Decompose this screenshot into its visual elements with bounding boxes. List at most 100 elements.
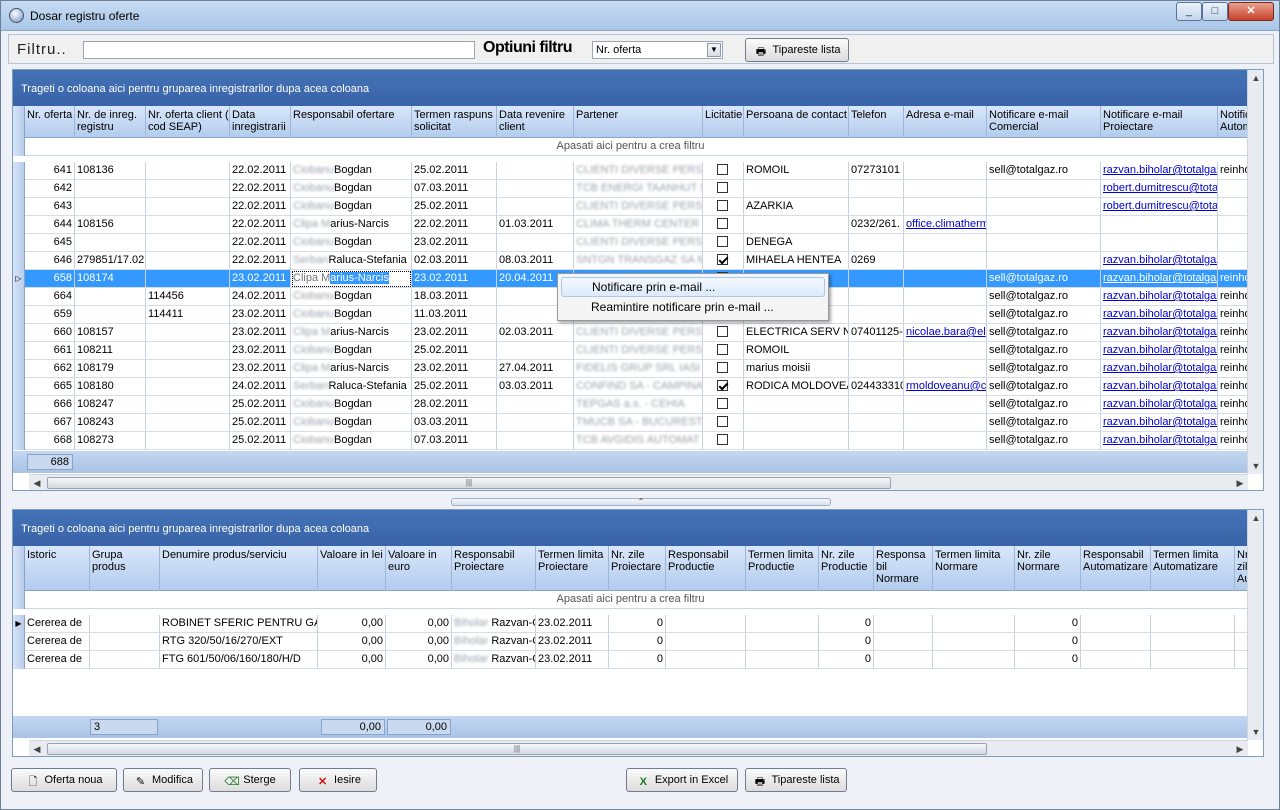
licitatie-checkbox[interactable] <box>717 398 728 409</box>
scroll-right-icon[interactable]: ▶ <box>1232 741 1248 756</box>
cell-text[interactable]: razvan.biholar@totalgaz <box>1103 380 1217 392</box>
column-header[interactable]: Responsabil ofertare <box>291 106 412 138</box>
column-header[interactable]: Istoric <box>25 546 90 591</box>
column-header[interactable]: Licitatie <box>703 106 744 138</box>
scroll-down-icon[interactable]: ▼ <box>1248 724 1263 740</box>
column-header[interactable]: Termen limita Normare <box>933 546 1015 591</box>
group-by-panel-products[interactable]: Trageti o coloana aici pentru gruparea i… <box>13 510 1263 546</box>
column-header[interactable]: Termen limita Proiectare <box>536 546 609 591</box>
table-row[interactable]: 644 108156 22.02.2011 Clipa Marius-Narcis 22… <box>13 216 1248 234</box>
table-row[interactable]: ▶ Cererea de ROBINET SFERIC PENTRU GA 0,00 0… <box>13 615 1248 633</box>
cell-text[interactable]: razvan.biholar@totalgaz <box>1103 290 1217 302</box>
scroll-right-icon[interactable]: ▶ <box>1232 475 1248 490</box>
filter-row-products[interactable]: Apasati aici pentru a crea filtru <box>13 591 1248 609</box>
cell-text[interactable]: rmoldoveanu@c <box>906 380 986 392</box>
column-header[interactable]: Termen limita Productie <box>746 546 819 591</box>
export-excel-button[interactable]: X Export in Excel <box>626 768 738 792</box>
licitatie-checkbox[interactable] <box>717 164 728 175</box>
cell-text[interactable]: razvan.biholar@totalgaz <box>1103 326 1217 338</box>
licitatie-checkbox[interactable] <box>717 416 728 427</box>
cell-text[interactable]: razvan.biholar@totalgaz <box>1103 434 1217 446</box>
scroll-left-icon[interactable]: ◀ <box>29 475 45 490</box>
column-header[interactable]: Valoare in euro <box>386 546 452 591</box>
licitatie-checkbox[interactable] <box>717 380 728 391</box>
table-row[interactable]: 662 108179 23.02.2011 Clipa Marius-Narcis 23… <box>13 360 1248 378</box>
cell-text[interactable]: razvan.biholar@totalgaz <box>1103 416 1217 428</box>
table-row[interactable]: Cererea de FTG 601/50/06/160/180/H/D 0,00 0… <box>13 651 1248 669</box>
column-header[interactable]: Responsabil Automatizare <box>1081 546 1151 591</box>
cell-text[interactable]: razvan.biholar@totalgaz <box>1103 362 1217 374</box>
table-row[interactable]: 667 108243 25.02.2011 CiobanuBogdan 03.03.20… <box>13 414 1248 432</box>
print-list-button[interactable]: 🖶 Tipareste lista <box>745 768 847 792</box>
splitter-handle[interactable]: ⌃ <box>451 498 831 506</box>
table-row[interactable]: 666 108247 25.02.2011 CiobanuBogdan 28.02.20… <box>13 396 1248 414</box>
edit-button[interactable]: ✎ Modifica <box>123 768 203 792</box>
licitatie-checkbox[interactable] <box>717 434 728 445</box>
licitatie-checkbox[interactable] <box>717 254 728 265</box>
cell-text[interactable]: razvan.biholar@totalgaz <box>1103 344 1217 356</box>
scroll-left-icon[interactable]: ◀ <box>29 741 45 756</box>
menu-item-remind-email[interactable]: Reamintire notificare prin e-mail ... <box>561 298 825 318</box>
exit-button[interactable]: ✕ Iesire <box>299 768 377 792</box>
group-by-panel[interactable]: Trageti o coloana aici pentru gruparea i… <box>13 70 1263 106</box>
cell-text[interactable]: robert.dumitrescu@total <box>1103 182 1217 194</box>
licitatie-checkbox[interactable] <box>717 200 728 211</box>
scroll-up-icon[interactable]: ▲ <box>1248 510 1263 526</box>
column-header[interactable]: Responsabil Proiectare <box>452 546 536 591</box>
column-header[interactable]: Responsa bil Normare <box>874 546 933 591</box>
minimize-button[interactable]: _ <box>1176 2 1202 21</box>
cell-text[interactable]: office.climatherm <box>906 218 986 230</box>
table-row[interactable]: 660 108157 23.02.2011 Clipa Marius-Narcis 23… <box>13 324 1248 342</box>
table-row[interactable]: 643 22.02.2011 CiobanuBogdan 25.02.2011 CLIE… <box>13 198 1248 216</box>
column-header[interactable]: Data revenire client <box>497 106 574 138</box>
cell-text[interactable]: nicolae.bara@el <box>906 326 986 338</box>
table-row[interactable]: 668 108273 25.02.2011 CiobanuBogdan 07.03.20… <box>13 432 1248 450</box>
horizontal-scrollbar[interactable]: ◀ ||| ▶ <box>29 474 1248 490</box>
column-header[interactable]: Partener <box>574 106 703 138</box>
scroll-thumb[interactable]: ||| <box>47 743 987 755</box>
column-header[interactable]: Nr. zile Productie <box>819 546 874 591</box>
filter-row[interactable]: Apasati aici pentru a crea filtru <box>13 138 1248 156</box>
scroll-down-icon[interactable]: ▼ <box>1248 458 1263 474</box>
table-row[interactable]: Cererea de RTG 320/50/16/270/EXT 0,00 0,00 B… <box>13 633 1248 651</box>
column-header[interactable]: Notificare e-mail Proiectare <box>1101 106 1218 138</box>
column-header[interactable]: Grupa produs <box>90 546 160 591</box>
table-row[interactable]: 645 22.02.2011 CiobanuBogdan 23.02.2011 CLIE… <box>13 234 1248 252</box>
cell-text[interactable]: razvan.biholar@totalgaz <box>1103 308 1217 320</box>
filter-option-select[interactable]: Nr. oferta ▼ <box>592 41 723 59</box>
cell-text[interactable]: razvan.biholar@totalgaz <box>1103 164 1217 176</box>
maximize-button[interactable]: □ <box>1202 2 1228 21</box>
column-header[interactable]: Nr. de inreg. registru <box>75 106 146 138</box>
column-header[interactable]: Nr. oferta <box>25 106 75 138</box>
column-header[interactable]: Responsabil Productie <box>666 546 746 591</box>
chevron-down-icon[interactable]: ▼ <box>707 43 721 57</box>
close-button[interactable]: ✕ <box>1228 2 1274 21</box>
column-header[interactable]: Termen raspuns solicitat <box>412 106 497 138</box>
scroll-up-icon[interactable]: ▲ <box>1248 70 1263 86</box>
menu-item-notify-email[interactable]: Notificare prin e-mail ... <box>561 277 825 297</box>
column-header[interactable]: Persoana de contact <box>744 106 849 138</box>
licitatie-checkbox[interactable] <box>717 236 728 247</box>
delete-button[interactable]: ⌫ Sterge <box>209 768 291 792</box>
column-header[interactable]: Notificare e-mail Comercial <box>987 106 1101 138</box>
new-offer-button[interactable]: 🗋 Oferta noua <box>11 768 117 792</box>
table-row[interactable]: 661 108211 23.02.2011 CiobanuBogdan 25.02.20… <box>13 342 1248 360</box>
column-header[interactable]: Denumire produs/serviciu <box>160 546 318 591</box>
licitatie-checkbox[interactable] <box>717 182 728 193</box>
licitatie-checkbox[interactable] <box>717 344 728 355</box>
column-header[interactable]: Nr. zile Normare <box>1015 546 1081 591</box>
column-header[interactable]: Nr. oferta client ( cod SEAP) <box>146 106 230 138</box>
horizontal-scrollbar-products[interactable]: ◀ ||| ▶ <box>29 740 1248 756</box>
licitatie-checkbox[interactable] <box>717 218 728 229</box>
column-header[interactable]: Valoare in lei <box>318 546 386 591</box>
column-header[interactable]: Nr. zile Proiectare <box>609 546 666 591</box>
vertical-scrollbar[interactable]: ▲ ▼ <box>1247 70 1263 474</box>
table-row[interactable]: 646 279851/17.02 22.02.2011 SerbanRaluca-St… <box>13 252 1248 270</box>
print-list-button-top[interactable]: 🖶 Tipareste lista <box>745 38 849 62</box>
cell-text[interactable]: razvan.biholar@totalgaz <box>1103 254 1217 266</box>
scroll-thumb[interactable]: ||| <box>47 477 891 489</box>
table-row[interactable]: 642 22.02.2011 CiobanuBogdan 07.03.2011 TCB … <box>13 180 1248 198</box>
cell-text[interactable]: razvan.biholar@totalgaz <box>1103 398 1217 410</box>
filter-input[interactable] <box>83 41 475 59</box>
cell-text[interactable]: razvan.biholar@totalgaz <box>1103 272 1217 284</box>
